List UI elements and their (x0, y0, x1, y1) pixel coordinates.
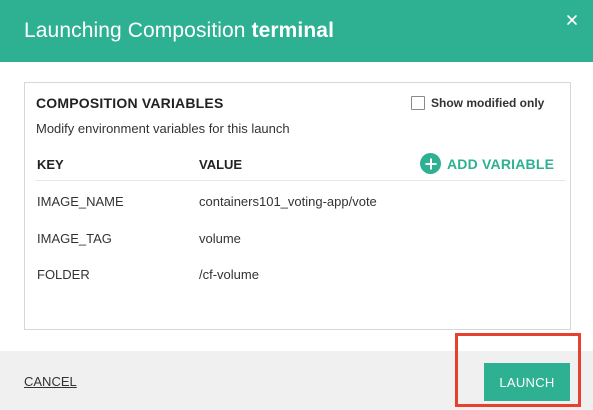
variable-key: FOLDER (37, 267, 90, 282)
table-row: IMAGE_TAG volume (25, 230, 570, 254)
show-modified-checkbox[interactable] (411, 96, 425, 110)
variable-value[interactable]: volume (199, 230, 241, 248)
section-title: COMPOSITION VARIABLES (36, 95, 224, 111)
add-variable-button[interactable]: ADD VARIABLE (420, 152, 554, 175)
table-row: FOLDER /cf-volume (25, 266, 570, 290)
dialog-header: Launching Composition terminal (0, 0, 593, 62)
launch-composition-dialog: Launching Composition terminal COMPOSITI… (0, 0, 593, 410)
section-subtitle: Modify environment variables for this la… (36, 121, 290, 136)
dialog-title-prefix: Launching Composition (24, 19, 246, 42)
close-icon (567, 15, 577, 25)
variable-key: IMAGE_NAME (37, 194, 124, 209)
variable-value[interactable]: /cf-volume (199, 266, 259, 284)
add-variable-label: ADD VARIABLE (447, 155, 555, 172)
show-modified-only-toggle[interactable]: Show modified only (411, 95, 544, 111)
table-row: IMAGE_NAME containers101_voting-app/vote (25, 193, 570, 217)
cancel-button[interactable]: CANCEL (24, 374, 77, 389)
launch-button[interactable]: LAUNCH (484, 363, 570, 401)
composition-variables-panel: COMPOSITION VARIABLES Modify environment… (24, 82, 571, 330)
plus-circle-icon (420, 153, 441, 174)
dialog-title: Launching Composition terminal (24, 17, 334, 45)
show-modified-label: Show modified only (431, 96, 545, 110)
column-header-key: KEY (37, 157, 64, 172)
dialog-footer: CANCEL LAUNCH (0, 351, 593, 410)
close-button[interactable] (562, 10, 582, 30)
variable-key: IMAGE_TAG (37, 231, 112, 246)
variable-value[interactable]: containers101_voting-app/vote (199, 193, 377, 211)
composition-name: terminal (251, 19, 335, 42)
table-divider (36, 180, 566, 181)
column-header-value: VALUE (199, 157, 243, 172)
